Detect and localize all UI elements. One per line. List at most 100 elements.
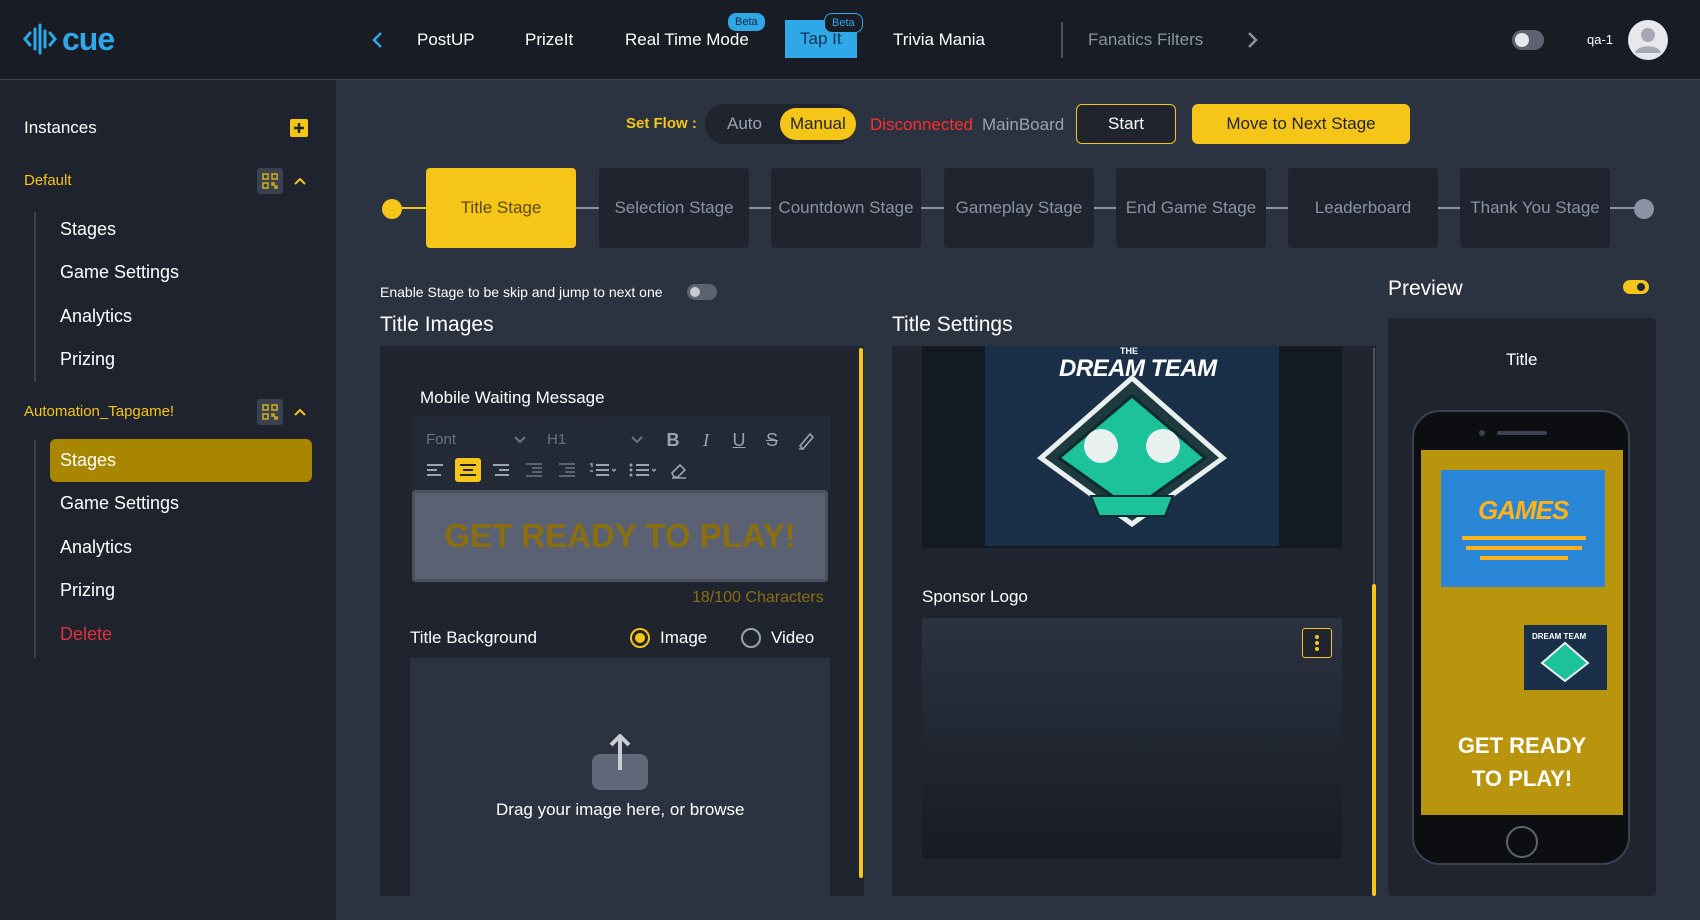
align-right-button[interactable] [489,458,513,482]
theme-toggle[interactable] [1512,30,1544,50]
stage-countdown[interactable]: Countdown Stage [771,168,921,248]
set-flow-label: Set Flow : [626,115,697,132]
clear-format-button[interactable] [667,458,691,482]
toggle-knob [690,287,700,297]
chevron-right-icon [1248,32,1258,48]
align-center-button[interactable] [455,458,481,482]
sidebar-item-game-settings[interactable]: Game Settings [60,259,179,285]
pipeline-connector [921,207,944,209]
sidebar-item-delete[interactable]: Delete [60,621,112,647]
nav-divider [1061,22,1063,58]
beta-badge: Beta [728,13,765,31]
bullet-list-button[interactable] [627,458,659,482]
preview-message-line1: GET READY [1457,733,1587,758]
preview-heading: Preview [1388,277,1463,300]
chevron-left-icon [372,32,382,48]
skip-stage-toggle[interactable] [687,284,717,300]
instance-group-automation[interactable]: Automation_Tapgame! [24,403,174,420]
strikethrough-icon[interactable]: S [760,428,784,452]
sidebar-item-stages-active[interactable]: Stages [50,439,312,482]
preview-toggle[interactable] [1623,280,1649,294]
stage-gameplay[interactable]: Gameplay Stage [944,168,1094,248]
move-next-stage-button[interactable]: Move to Next Stage [1192,104,1410,144]
board-name: MainBoard [982,115,1065,134]
bold-icon[interactable]: B [661,428,685,452]
collapse-group-button[interactable] [290,171,310,191]
instances-title: Instances [24,118,97,137]
avatar[interactable] [1628,20,1668,60]
sidebar-item-analytics[interactable]: Analytics [60,534,132,560]
scrollbar[interactable] [1372,584,1376,896]
nav-prev-button[interactable] [366,28,390,52]
add-instance-button[interactable] [290,119,308,137]
sidebar-item-analytics[interactable]: Analytics [60,303,132,329]
preview-screen-label: Title [1506,350,1538,369]
underline-icon[interactable]: U [727,428,751,452]
tab-prizeit[interactable]: PrizeIt [525,28,573,52]
pipeline-start-dot [382,199,402,219]
waveform-icon [23,23,57,55]
ordered-list-button[interactable] [587,458,619,482]
skip-stage-label: Enable Stage to be skip and jump to next… [380,284,663,300]
heading-select[interactable]: H1 [547,431,566,448]
tab-trivia-mania[interactable]: Trivia Mania [893,28,985,52]
qr-code-button[interactable] [257,168,283,194]
nav-next-button[interactable] [1240,28,1264,52]
italic-icon[interactable]: I [694,428,718,452]
font-select[interactable]: Font [426,431,456,448]
collapse-group-button[interactable] [290,402,310,422]
stage-end-game[interactable]: End Game Stage [1116,168,1266,248]
font-dropdown-button[interactable] [511,430,529,448]
flow-option-auto[interactable]: Auto [727,114,762,134]
stage-title[interactable]: Title Stage [426,168,576,248]
qr-code-button[interactable] [257,399,283,425]
stage-selection[interactable]: Selection Stage [599,168,749,248]
radio-image[interactable] [630,628,650,648]
sidebar-item-prizing[interactable]: Prizing [60,577,115,603]
instance-group-default[interactable]: Default [24,172,72,189]
qr-code-icon [262,173,278,189]
banner-alphabet-row [1480,556,1568,560]
radio-video[interactable] [741,628,761,648]
highlight-button[interactable] [794,428,818,452]
tab-postup[interactable]: PostUP [417,28,475,52]
align-left-button[interactable] [423,458,447,482]
highlighter-icon [798,432,815,451]
banner-alphabet-row [1462,536,1586,540]
phone-home-button [1506,826,1538,858]
stage-thank-you[interactable]: Thank You Stage [1460,168,1610,248]
waiting-message-editor[interactable]: GET READY TO PLAY! [412,490,828,582]
chevron-up-icon [294,408,306,416]
sidebar-item-stages[interactable]: Stages [60,216,116,242]
sidebar-item-game-settings[interactable]: Game Settings [60,490,179,516]
pipeline-connector [1438,207,1460,209]
tab-real-time-mode[interactable]: Real Time Mode [625,28,749,52]
tab-fanatics-filters[interactable]: Fanatics Filters [1088,28,1203,52]
scrollbar[interactable] [859,348,863,878]
phone-speaker [1497,431,1547,435]
outdent-button[interactable] [522,458,546,482]
sidebar-item-prizing[interactable]: Prizing [60,346,115,372]
cue-logo[interactable]: cue [22,20,115,58]
pipeline-end-dot [1634,199,1654,219]
stage-leaderboard[interactable]: Leaderboard [1288,168,1438,248]
outdent-icon [526,463,542,477]
flow-option-manual[interactable]: Manual [780,108,856,140]
logo-title-text: DREAM TEAM [1059,355,1217,382]
chevron-down-icon [514,436,526,444]
heading-dropdown-button[interactable] [628,430,646,448]
moon-icon [1515,33,1529,47]
sponsor-options-button[interactable] [1302,628,1332,658]
start-button[interactable]: Start [1076,104,1176,144]
radio-video-label: Video [771,628,815,647]
pipeline-connector [749,207,771,209]
indent-button[interactable] [555,458,579,482]
title-settings-heading: Title Settings [892,313,1013,336]
sponsor-logo-dropzone[interactable] [922,618,1342,858]
sponsor-logo-label: Sponsor Logo [922,587,1028,606]
upload-icon [591,734,649,792]
username-label: qa-1 [1587,32,1614,47]
more-vertical-icon [1315,635,1319,651]
align-left-icon [427,464,443,476]
user-icon [1635,28,1661,53]
